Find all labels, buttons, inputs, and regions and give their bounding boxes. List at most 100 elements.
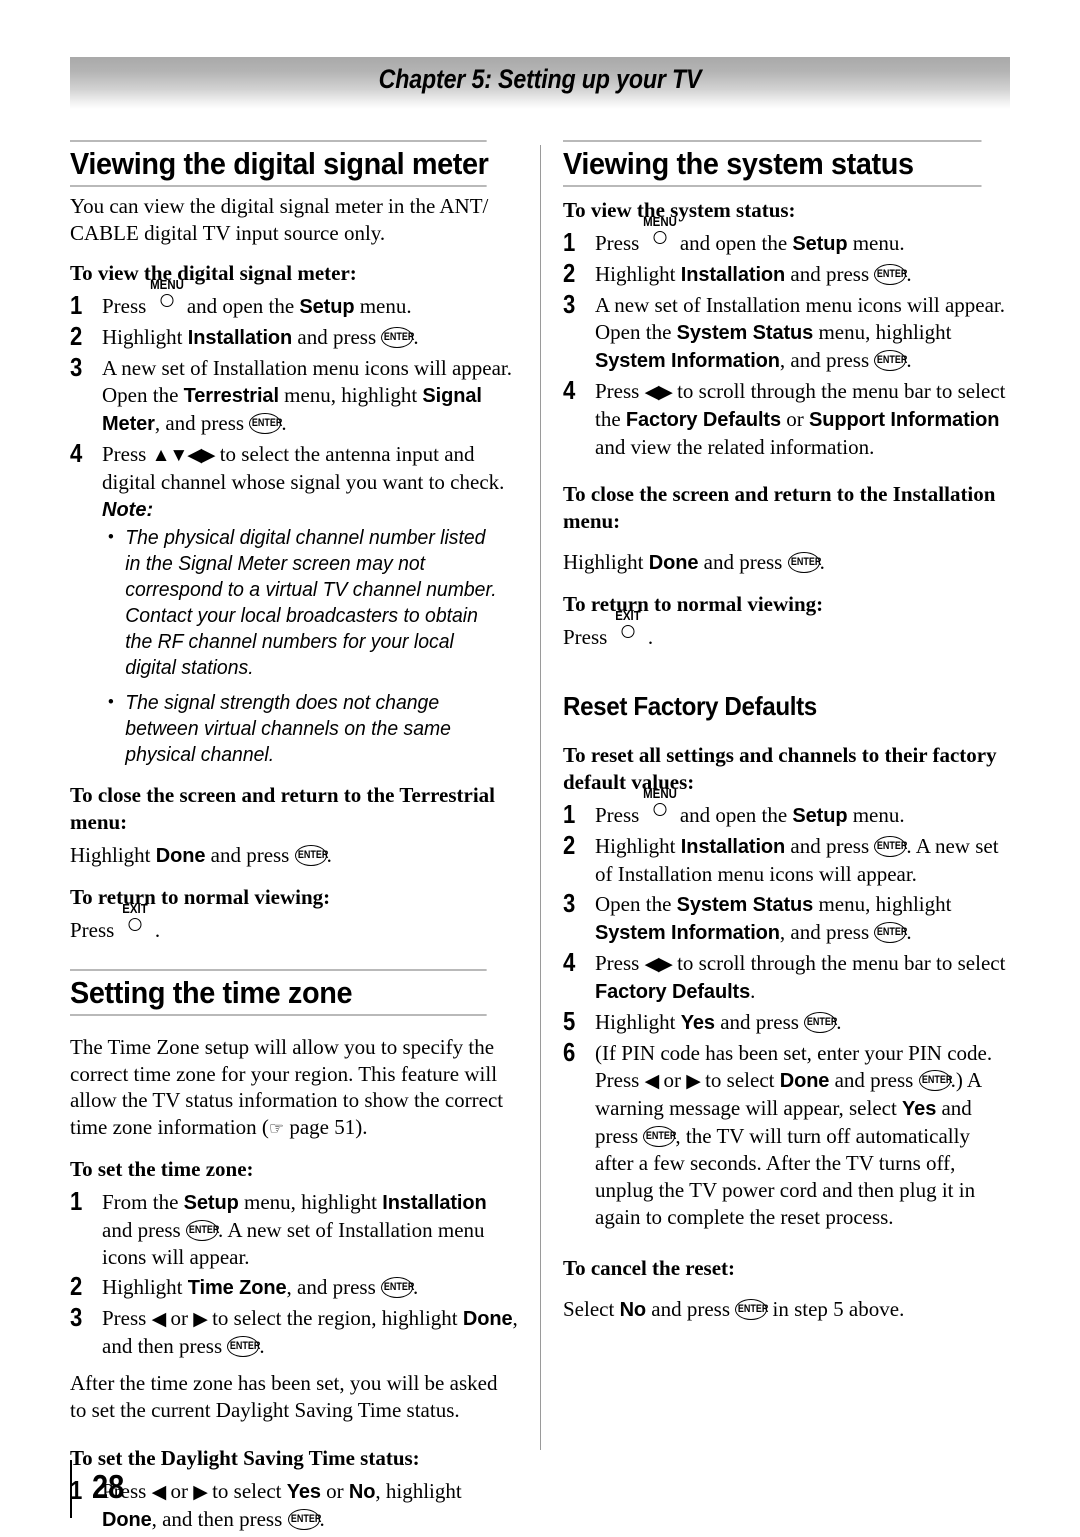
step-text-part: From the bbox=[102, 1190, 184, 1214]
left-column: Viewing the digital signal meter You can… bbox=[70, 140, 518, 1537]
step-text-part: to select the region, highlight bbox=[206, 1306, 463, 1330]
arrow-left-icon: ◀ bbox=[151, 1309, 167, 1330]
chapter-title: Chapter 5: Setting up your TV bbox=[378, 64, 702, 94]
right-column: Viewing the system status To view the sy… bbox=[563, 140, 1013, 1330]
section-heading-setting-time-zone: Setting the time zone bbox=[70, 969, 487, 1016]
step-text-part: Open the bbox=[595, 892, 677, 916]
step-text-part: and press bbox=[714, 1010, 805, 1034]
ui-term: Setup bbox=[183, 1192, 239, 1214]
step-item: 3 Press ◀ or ▶ to select the region, hig… bbox=[70, 1303, 518, 1360]
enter-key-icon: ENTER bbox=[874, 922, 908, 943]
steps-set-time-zone: 1 From the Setup menu, highlight Install… bbox=[70, 1187, 518, 1360]
step-text-part: Press bbox=[595, 379, 645, 403]
step-text-part: and open the bbox=[181, 294, 300, 318]
step-text-part: or bbox=[781, 407, 810, 431]
enter-key-icon: ENTER bbox=[381, 327, 415, 348]
ui-term: Done bbox=[648, 552, 699, 574]
exit-key-icon: EXIT bbox=[120, 902, 150, 937]
text-part: and press bbox=[205, 843, 295, 867]
step-item: 1 Press MENU and open the Setup menu. bbox=[563, 787, 1013, 830]
step-number: 4 bbox=[563, 375, 576, 405]
enter-key-label: ENTER bbox=[646, 1130, 677, 1142]
chapter-header-band: Chapter 5: Setting up your TV bbox=[70, 57, 1010, 109]
enter-key-icon: ENTER bbox=[294, 845, 329, 866]
cancel-reset-instruction: Select No and press ENTER in step 5 abov… bbox=[563, 1296, 1013, 1324]
ui-term: Factory Defaults bbox=[625, 409, 782, 431]
note-text: The physical digital channel number list… bbox=[125, 527, 497, 679]
enter-key-label: ENTER bbox=[807, 1016, 838, 1028]
enter-key-label: ENTER bbox=[384, 331, 415, 343]
step-number: 2 bbox=[563, 258, 576, 288]
step-text-part: Press bbox=[595, 951, 645, 975]
ui-term: No bbox=[619, 1299, 647, 1321]
ui-term: Installation bbox=[382, 1192, 487, 1214]
intro-paragraph-signal-meter: You can view the digital signal meter in… bbox=[70, 194, 489, 245]
note-label: Note: bbox=[102, 499, 154, 521]
note-list: • The physical digital channel number li… bbox=[102, 525, 518, 768]
text-part: page 51). bbox=[284, 1114, 368, 1139]
text-part: Press bbox=[70, 917, 120, 942]
enter-key-icon: ENTER bbox=[918, 1070, 953, 1091]
exit-instruction-right: Press EXIT . bbox=[563, 609, 1013, 651]
bullet-icon: • bbox=[107, 527, 114, 546]
ui-term: Yes bbox=[902, 1098, 937, 1120]
subheading-view-system-status: To view the system status: bbox=[563, 198, 796, 222]
step-number: 2 bbox=[70, 321, 83, 351]
step-number: 3 bbox=[563, 289, 576, 319]
enter-key-label: ENTER bbox=[252, 417, 283, 429]
step-text-part: menu, highlight bbox=[238, 1190, 383, 1214]
arrow-right-icon: ▶ bbox=[200, 445, 216, 466]
menu-key-icon: MENU bbox=[150, 278, 183, 313]
arrow-left-icon: ◀ bbox=[644, 954, 660, 975]
ui-term: Done bbox=[462, 1308, 513, 1330]
ui-term: Setup bbox=[299, 296, 355, 318]
step-text-part: , and press bbox=[154, 411, 250, 435]
enter-key-label: ENTER bbox=[921, 1074, 953, 1086]
arrow-right-icon: ▶ bbox=[658, 382, 673, 403]
step-text-part: Highlight bbox=[102, 325, 188, 349]
step-text-part: , and press bbox=[779, 920, 875, 944]
step-text-part: and view the related information. bbox=[595, 435, 875, 459]
close-instruction-installation: Highlight Done and press ENTER. bbox=[563, 549, 1013, 577]
ui-term: Installation bbox=[187, 327, 293, 349]
subheading-reset-all-settings: To reset all settings and channels to th… bbox=[563, 743, 997, 794]
enter-key-icon: ENTER bbox=[787, 552, 821, 573]
enter-key-label: ENTER bbox=[188, 1224, 220, 1236]
menu-key-icon: MENU bbox=[643, 215, 676, 250]
enter-key-icon: ENTER bbox=[287, 1509, 321, 1530]
enter-key-icon: ENTER bbox=[874, 264, 908, 285]
step-item: 1 Press MENU and open the Setup menu. bbox=[70, 278, 518, 321]
enter-key-icon: ENTER bbox=[381, 1277, 414, 1298]
arrow-right-icon: ▶ bbox=[658, 954, 673, 975]
ui-term: System Information bbox=[595, 922, 780, 944]
step-number: 4 bbox=[563, 947, 576, 977]
step-text-part: and open the bbox=[674, 231, 793, 255]
steps-reset-factory-defaults: 1 Press MENU and open the Setup menu. 2 … bbox=[563, 787, 1013, 1231]
enter-key-icon: ENTER bbox=[874, 350, 908, 371]
ui-term: Terrestrial bbox=[183, 385, 279, 407]
steps-view-signal-meter: 1 Press MENU and open the Setup menu. 2 … bbox=[70, 278, 518, 768]
subheading-close-return-installation: To close the screen and return to the In… bbox=[563, 482, 996, 533]
enter-key-label: ENTER bbox=[877, 926, 908, 938]
exit-instruction-left: Press EXIT . bbox=[70, 902, 518, 944]
enter-key-label: ENTER bbox=[297, 849, 329, 861]
step-text-part: , and press bbox=[779, 348, 875, 372]
step-text-part: menu, highlight bbox=[813, 320, 952, 344]
step-text-part: and press bbox=[829, 1068, 919, 1092]
section-heading-digital-signal-meter: Viewing the digital signal meter bbox=[70, 140, 489, 187]
arrow-up-icon: ▲ bbox=[151, 445, 171, 466]
ui-term: Done bbox=[779, 1070, 830, 1092]
step-item: 3 Open the System Status menu, highlight… bbox=[563, 889, 1013, 947]
pointing-hand-icon: ☞ bbox=[268, 1118, 285, 1138]
step-text-part: and open the bbox=[674, 803, 793, 827]
menu-key-circle bbox=[653, 231, 667, 244]
arrow-left-icon: ◀ bbox=[644, 382, 660, 403]
step-text-part: menu, highlight bbox=[278, 383, 423, 407]
ui-term: Setup bbox=[792, 805, 848, 827]
enter-key-label: ENTER bbox=[290, 1513, 321, 1525]
exit-key-circle bbox=[128, 917, 142, 931]
step-text-part: Press bbox=[595, 231, 645, 255]
step-text-part: Highlight bbox=[102, 1275, 188, 1299]
enter-key-icon: ENTER bbox=[227, 1336, 261, 1357]
step-item: 2 Highlight Installation and press ENTER… bbox=[70, 321, 518, 352]
